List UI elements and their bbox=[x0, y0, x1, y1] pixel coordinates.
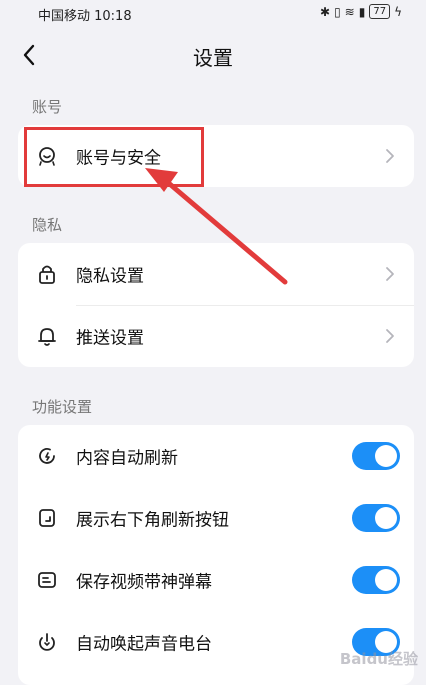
highlight-box bbox=[24, 127, 204, 187]
wifi-icon: ≋ bbox=[344, 4, 355, 19]
save-danmaku-toggle[interactable] bbox=[352, 566, 400, 594]
settings-item-privacy[interactable]: 隐私设置 bbox=[18, 243, 414, 305]
corner-button-icon bbox=[39, 509, 55, 527]
settings-item-corner-refresh-button: 展示右下角刷新按钮 bbox=[18, 487, 414, 549]
settings-item-label: 隐私设置 bbox=[76, 266, 144, 287]
danmaku-icon bbox=[38, 572, 56, 588]
toggle-knob bbox=[375, 507, 397, 529]
lock-icon bbox=[39, 265, 55, 284]
features-card: 内容自动刷新 展示右下角刷新按钮 保存视频带神弹幕 自动唤起声音电台 bbox=[18, 425, 414, 685]
corner-refresh-toggle[interactable] bbox=[352, 504, 400, 532]
settings-item-label: 展示右下角刷新按钮 bbox=[76, 510, 229, 531]
refresh-icon bbox=[39, 448, 55, 464]
settings-item-auto-refresh: 内容自动刷新 bbox=[18, 425, 414, 487]
signal-icon: ▮ bbox=[358, 4, 366, 19]
toggle-knob bbox=[375, 569, 397, 591]
radio-icon bbox=[39, 633, 55, 651]
settings-item-label: 自动唤起声音电台 bbox=[76, 634, 212, 655]
settings-item-label: 推送设置 bbox=[76, 328, 144, 349]
auto-refresh-toggle[interactable] bbox=[352, 442, 400, 470]
toggle-knob bbox=[375, 445, 397, 467]
charging-icon: ϟ bbox=[394, 4, 402, 19]
section-label-features: 功能设置 bbox=[32, 398, 93, 416]
chevron-right-icon bbox=[386, 267, 394, 281]
chevron-right-icon bbox=[386, 149, 394, 163]
settings-item-push[interactable]: 推送设置 bbox=[18, 305, 414, 367]
settings-item-label: 保存视频带神弹幕 bbox=[76, 572, 212, 593]
carrier-time: 中国移动 10:18 bbox=[38, 9, 132, 24]
settings-item-save-danmaku: 保存视频带神弹幕 bbox=[18, 549, 414, 611]
bluetooth-icon: ✱ bbox=[320, 4, 331, 19]
settings-item-label: 内容自动刷新 bbox=[76, 448, 178, 469]
section-label-privacy: 隐私 bbox=[32, 216, 63, 234]
chevron-right-icon bbox=[386, 329, 394, 343]
section-label-account: 账号 bbox=[32, 98, 63, 116]
watermark: Baidu经验 bbox=[339, 650, 418, 668]
status-bar: 中国移动 10:18 ✱ ▯ ≋ ▮ 77 ϟ bbox=[0, 0, 426, 26]
bell-icon bbox=[38, 328, 56, 346]
vibrate-icon: ▯ bbox=[334, 4, 341, 19]
battery-level: 77 bbox=[369, 4, 391, 19]
status-icons: ✱ ▯ ≋ ▮ 77 ϟ bbox=[320, 4, 402, 19]
privacy-card: 隐私设置 推送设置 bbox=[18, 243, 414, 367]
page-title: 设置 bbox=[193, 46, 233, 70]
